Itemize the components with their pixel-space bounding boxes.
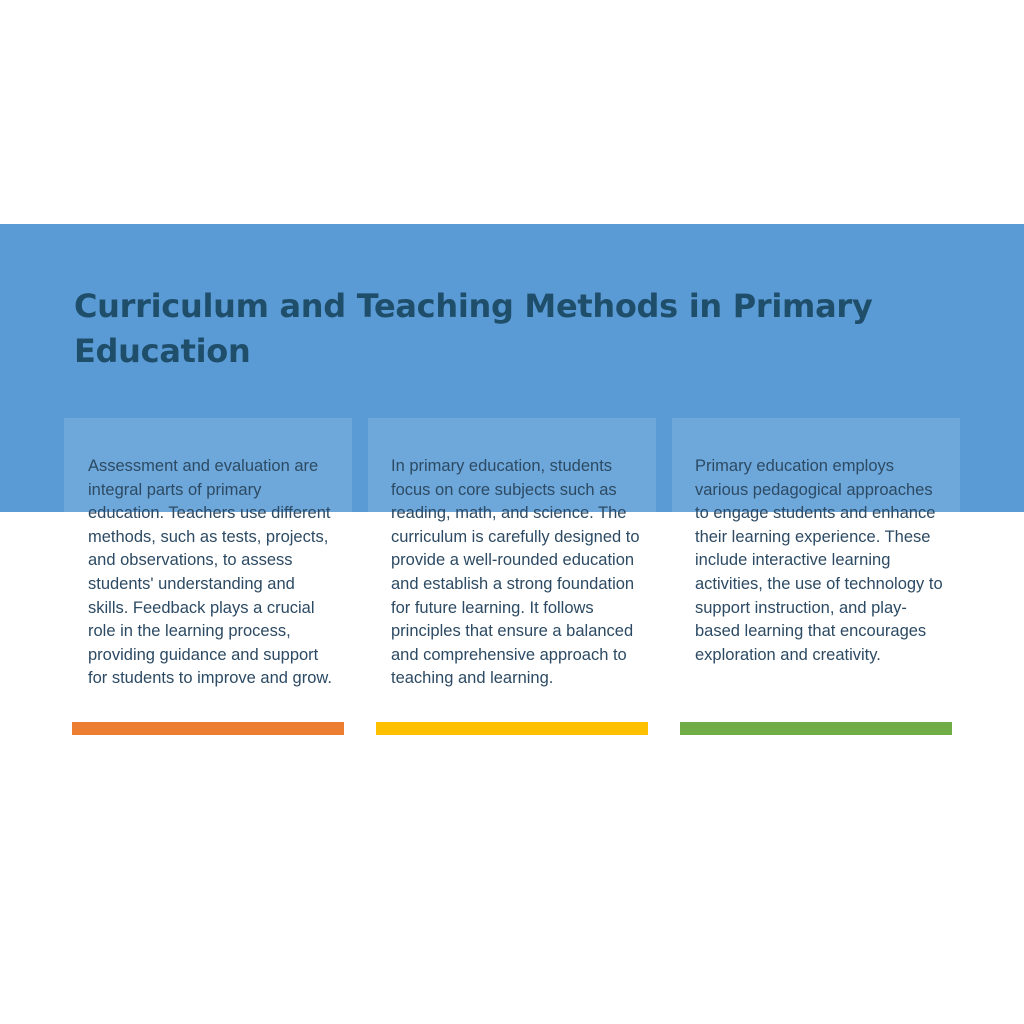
accent-bar-green xyxy=(680,722,952,735)
card-text-pedagogy: Primary education employs various pedago… xyxy=(695,457,943,664)
accent-bar-orange xyxy=(72,722,344,735)
page-title: Curriculum and Teaching Methods in Prima… xyxy=(74,287,873,370)
accent-bar-yellow xyxy=(376,722,648,735)
card-text-curriculum: In primary education, students focus on … xyxy=(391,457,640,688)
card-text-assessment: Assessment and evaluation are integral p… xyxy=(88,457,332,688)
